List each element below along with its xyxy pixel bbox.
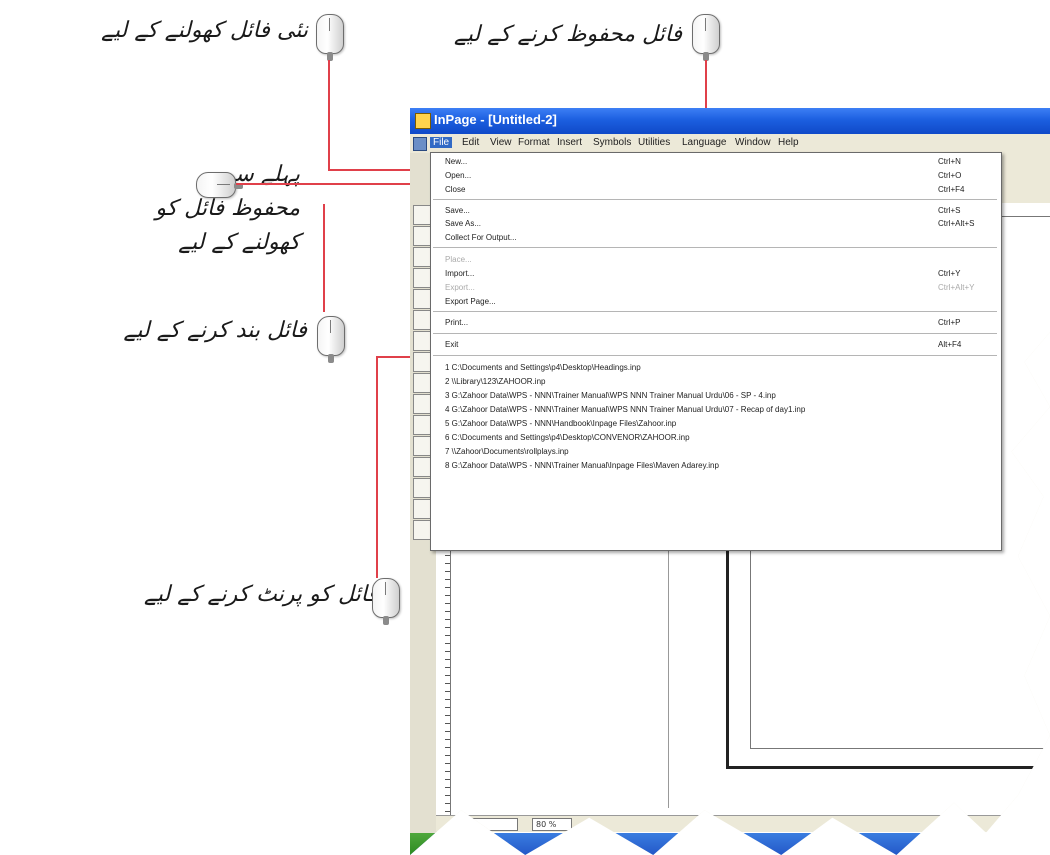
menu-item-print[interactable]: Print... Ctrl+P [445, 317, 990, 328]
windows-taskbar [410, 833, 1050, 855]
file-menu-dropdown: New... Ctrl+N Open... Ctrl+O Close Ctrl+F4 … [430, 152, 1002, 551]
recent-file-4[interactable]: 4 G:\Zahoor Data\WPS - NNN\Trainer Manua… [445, 404, 990, 415]
column-guide [668, 548, 669, 808]
connector-print [376, 356, 378, 578]
menu-bar: File Edit View Format Insert Symbols Uti… [410, 135, 1050, 153]
mouse-icon [316, 14, 344, 61]
recent-file-2[interactable]: 2 \\Library\123\ZAHOOR.inp [445, 376, 990, 387]
window-title: InPage - [Untitled-2] [434, 112, 557, 127]
document-icon[interactable] [413, 137, 427, 151]
mouse-icon [317, 316, 345, 363]
menu-separator [433, 333, 997, 335]
mouse-icon [372, 578, 400, 625]
start-button[interactable] [410, 833, 480, 855]
zoom-field[interactable]: 80 % [532, 818, 572, 831]
menu-utilities[interactable]: Utilities [638, 137, 670, 148]
page-number-field[interactable]: 1/1 [460, 818, 518, 831]
callout-new-file: نئی فائل کھولنے کے لیے [101, 18, 308, 43]
menu-item-close[interactable]: Close Ctrl+F4 [445, 184, 990, 195]
mouse-icon [692, 14, 720, 61]
menu-separator [433, 247, 997, 249]
connector-new [328, 60, 330, 170]
menu-insert[interactable]: Insert [557, 137, 582, 148]
callout-print-file: فائل کو پرنٹ کرنے کے لیے [143, 582, 378, 607]
menu-item-new[interactable]: New... Ctrl+N [445, 156, 990, 167]
menu-item-export-page[interactable]: Export Page... [445, 296, 990, 307]
mouse-icon [196, 172, 243, 198]
menu-item-export: Export... Ctrl+Alt+Y [445, 283, 975, 292]
menu-item-open[interactable]: Open... Ctrl+O [445, 170, 990, 181]
menu-format[interactable]: Format [518, 137, 550, 148]
menu-language[interactable]: Language [682, 137, 727, 148]
menu-item-collect-for-output[interactable]: Collect For Output... [445, 232, 990, 243]
status-bar: 1/1 80 % [436, 815, 1050, 832]
menu-edit[interactable]: Edit [462, 137, 479, 148]
recent-file-3[interactable]: 3 G:\Zahoor Data\WPS - NNN\Trainer Manua… [445, 390, 990, 401]
menu-separator [433, 311, 997, 313]
recent-file-1[interactable]: 1 C:\Documents and Settings\p4\Desktop\H… [445, 362, 990, 373]
callout-close-file: فائل بند کرنے کے لیے [123, 318, 307, 343]
inpage-window: InPage - [Untitled-2] File Edit View For… [410, 108, 1050, 855]
menu-item-place: Place... [445, 255, 472, 264]
menu-symbols[interactable]: Symbols [593, 137, 631, 148]
menu-item-import[interactable]: Import... Ctrl+Y [445, 268, 990, 279]
connector-close [323, 204, 325, 312]
recent-file-6[interactable]: 6 C:\Documents and Settings\p4\Desktop\C… [445, 432, 990, 443]
menu-file[interactable]: File [430, 137, 453, 148]
menu-separator [433, 355, 997, 357]
inpage-app-icon [415, 113, 431, 129]
menu-item-save-as[interactable]: Save As... Ctrl+Alt+S [445, 218, 990, 229]
menu-view[interactable]: View [490, 137, 512, 148]
menu-help[interactable]: Help [778, 137, 799, 148]
menu-item-save[interactable]: Save... Ctrl+S [445, 205, 990, 216]
recent-file-5[interactable]: 5 G:\Zahoor Data\WPS - NNN\Handbook\Inpa… [445, 418, 990, 429]
recent-file-7[interactable]: 7 \\Zahoor\Documents\rollplays.inp [445, 446, 990, 457]
menu-item-exit[interactable]: Exit Alt+F4 [445, 339, 990, 350]
callout-save-file: فائل محفوظ کرنے کے لیے [453, 22, 682, 47]
margin-guide [750, 748, 1050, 749]
recent-file-8[interactable]: 8 G:\Zahoor Data\WPS - NNN\Trainer Manua… [445, 460, 990, 471]
title-bar: InPage - [Untitled-2] [410, 108, 1050, 134]
menu-window[interactable]: Window [735, 137, 771, 148]
menu-separator [433, 199, 997, 201]
page-frame [726, 766, 1050, 769]
